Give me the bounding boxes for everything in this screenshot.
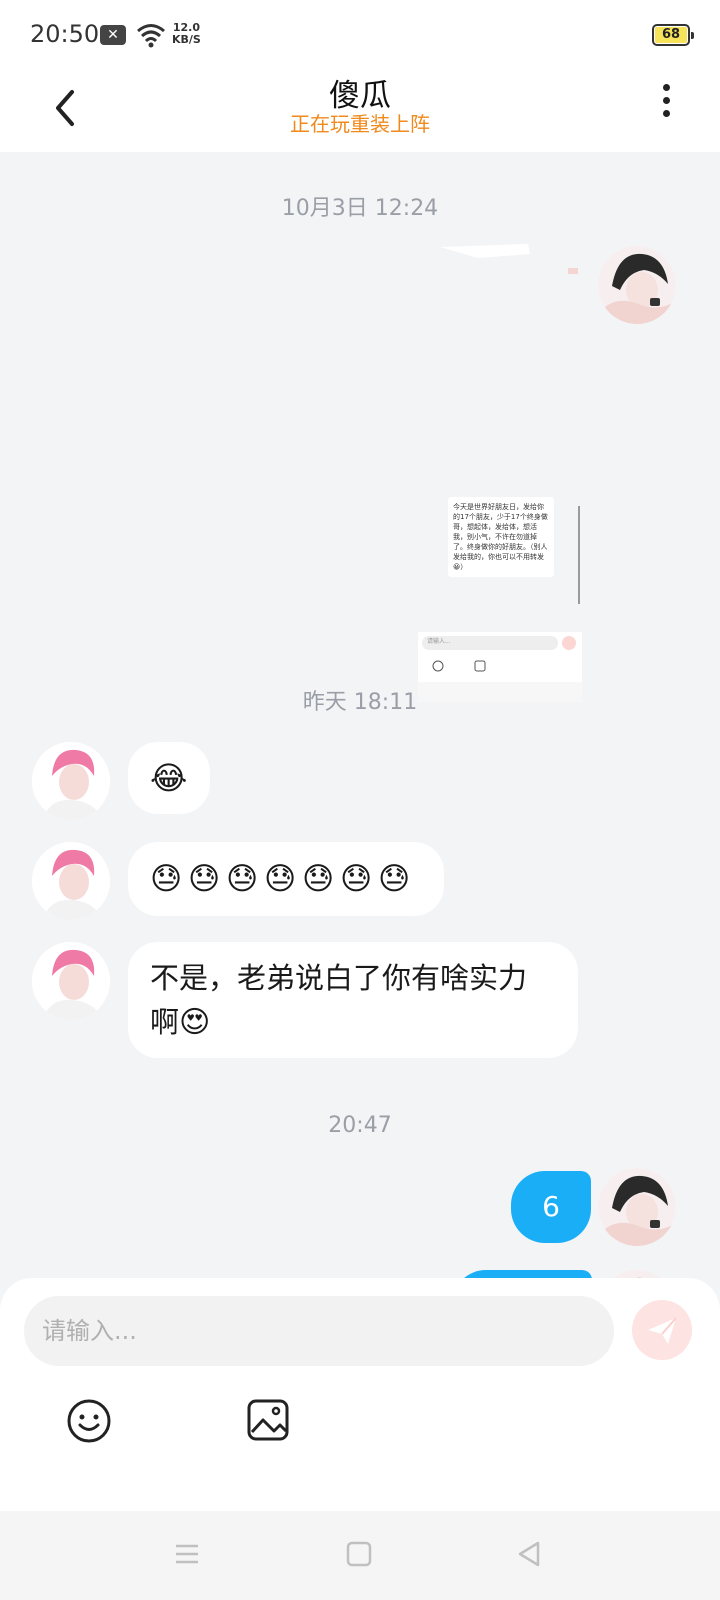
network-speed: 12.0 KB/S (172, 22, 201, 46)
emoji-tears-of-joy: 😂 (150, 759, 188, 797)
network-speed-unit: KB/S (172, 33, 201, 46)
send-icon (648, 1317, 677, 1344)
system-nav-bar (0, 1511, 720, 1600)
timestamp: 昨天 18:11 (302, 690, 418, 715)
message-bubble[interactable]: 😓 😓 😓 😓 😓 😓 😓 (128, 842, 444, 916)
emoji-sweat: 😓 (188, 861, 221, 897)
emoji-sweat: 😓 (340, 861, 373, 897)
status-time: 20:50 (30, 20, 100, 48)
chat-messages[interactable]: 10月3日 12:24 今天是世界好朋友日，发给你的17个朋友，少于17个终身做… (0, 152, 720, 1302)
more-vertical-icon (656, 84, 676, 117)
avatar-image (598, 1168, 676, 1246)
chat-header: 傻瓜 正在玩重装上阵 (0, 70, 720, 152)
contact-avatar[interactable] (32, 942, 110, 1020)
avatar-image (32, 842, 110, 920)
notification-close-icon: ✕ (100, 25, 126, 45)
image-top-fragment (440, 244, 578, 274)
timestamp: 10月3日 12:24 (281, 196, 439, 221)
send-button[interactable] (632, 1300, 692, 1360)
avatar-image (32, 742, 110, 820)
menu-icon[interactable] (172, 1539, 202, 1569)
timestamp: 20:47 (328, 1113, 392, 1138)
my-message-bubble[interactable]: 6 (511, 1171, 591, 1243)
square-icon[interactable] (344, 1539, 374, 1569)
wifi-icon (137, 24, 165, 48)
message-text-tail: 啊 (150, 1005, 180, 1039)
contact-avatar[interactable] (32, 842, 110, 920)
message-text-line: 啊😍 (150, 1000, 556, 1045)
battery-level: 68 (655, 27, 687, 43)
message-text-line: 不是，老弟说白了你有啥实力 (150, 961, 528, 995)
avatar-image (32, 942, 110, 1020)
image-message[interactable]: 今天是世界好朋友日，发给你的17个朋友，少于17个终身做哥，想起体，发给体，想活… (418, 242, 590, 702)
emoji-sweat: 😓 (226, 861, 259, 897)
input-panel (0, 1278, 720, 1511)
image-picker-button[interactable] (246, 1398, 290, 1442)
triangle-back-icon[interactable] (514, 1539, 544, 1569)
message-bubble[interactable]: 😂 (128, 742, 210, 814)
emoji-sweat: 😓 (150, 861, 183, 897)
more-button[interactable] (656, 84, 676, 124)
contact-avatar[interactable] (32, 742, 110, 820)
emoji-sweat: 😓 (378, 861, 411, 897)
message-bubble[interactable]: 不是，老弟说白了你有啥实力 啊😍 (128, 942, 578, 1058)
emoji-heart-eyes: 😍 (179, 1005, 211, 1040)
battery-icon: 68 (652, 24, 694, 46)
message-input[interactable] (24, 1296, 614, 1366)
status-bar: 20:50 ✕ 12.0 KB/S 68 (0, 0, 720, 70)
smile-icon (67, 1399, 111, 1443)
my-avatar[interactable] (598, 246, 676, 324)
emoji-button[interactable] (66, 1398, 112, 1444)
image-icon (247, 1399, 289, 1441)
avatar-image (598, 246, 676, 324)
my-avatar[interactable] (598, 1168, 676, 1246)
emoji-sweat: 😓 (302, 861, 335, 897)
contact-status: 正在玩重装上阵 (290, 112, 430, 136)
image-input-placeholder: 请输入... (427, 638, 451, 645)
emoji-sweat: 😓 (264, 861, 297, 897)
image-scrollbar (578, 506, 580, 604)
